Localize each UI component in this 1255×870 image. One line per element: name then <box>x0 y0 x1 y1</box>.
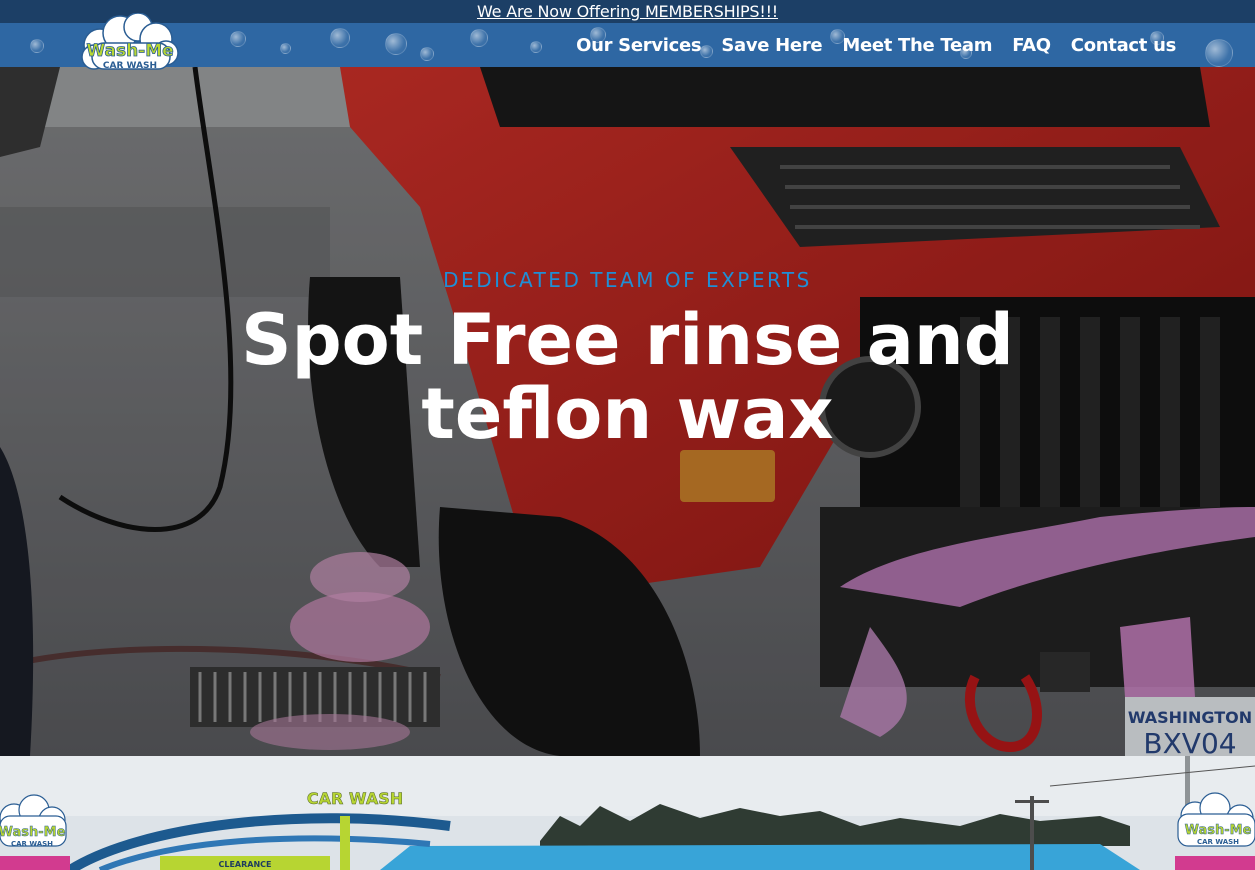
announcement-bar: We Are Now Offering MEMBERSHIPS!!! <box>0 0 1255 23</box>
logo-line1: Wash-Me <box>86 41 173 61</box>
wash-me-logo[interactable]: Wash-Me CAR WASH <box>80 12 180 75</box>
car-wash-sign-text: CAR WASH <box>307 789 403 808</box>
photo-logo-right-line2: CAR WASH <box>1197 838 1239 846</box>
nav-item-faq[interactable]: FAQ <box>1012 35 1051 56</box>
nav-menu: Our Services Save Here Meet The Team FAQ… <box>576 23 1176 67</box>
nav-item-contact-us[interactable]: Contact us <box>1071 35 1177 56</box>
hero-headline-line2: teflon wax <box>421 373 834 455</box>
membership-announcement-link[interactable]: We Are Now Offering MEMBERSHIPS!!! <box>477 2 778 21</box>
logo-line2: CAR WASH <box>103 61 157 71</box>
hero-headline: Spot Free rinse and teflon wax <box>0 303 1255 451</box>
car-wash-location-photo: CLEARANCE CAR WASH Wash-Me CAR WASH Wash… <box>0 756 1255 870</box>
nav-item-our-services[interactable]: Our Services <box>576 35 702 56</box>
hero-headline-line1: Spot Free rinse and <box>241 299 1014 381</box>
hero-section: WASHINGTON BXV04 DEDICATED TEAM OF EXPER… <box>0 67 1255 756</box>
photo-logo-left-line2: CAR WASH <box>11 840 53 848</box>
photo-logo-right-line1: Wash-Me <box>1185 823 1252 838</box>
canopy-clearance-text: CLEARANCE <box>218 860 271 869</box>
nav-item-meet-the-team[interactable]: Meet The Team <box>842 35 992 56</box>
nav-item-save-here[interactable]: Save Here <box>721 35 822 56</box>
photo-logo-left-line1: Wash-Me <box>0 825 66 840</box>
hero-eyebrow: DEDICATED TEAM OF EXPERTS <box>443 268 812 292</box>
